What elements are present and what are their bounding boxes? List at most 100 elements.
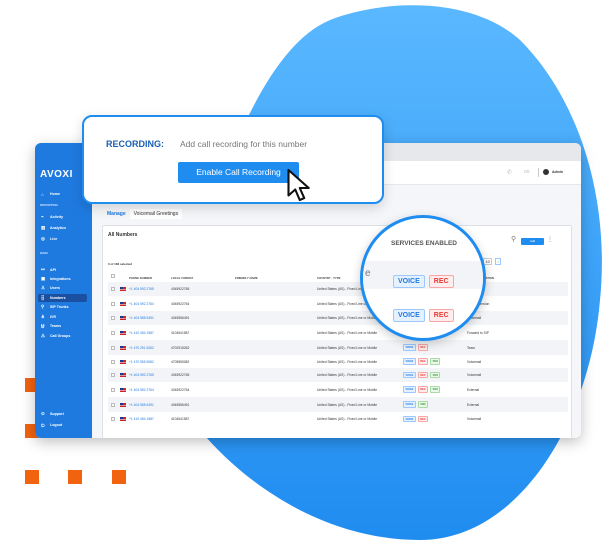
column-header[interactable]: FRIENDLY NAME xyxy=(235,276,258,280)
column-header[interactable]: COUNTRY - TYPE xyxy=(317,276,340,280)
services-enabled: VOICEREC xyxy=(403,344,430,351)
add-button[interactable]: Add xyxy=(521,238,544,245)
phone-number-link[interactable]: +1 404 555 6491 xyxy=(129,403,154,407)
phone-number-link[interactable]: +1 404 592 2764 xyxy=(129,388,154,392)
row-checkbox[interactable] xyxy=(111,417,115,421)
activity-icon: ⌁ xyxy=(41,214,44,219)
recording-description: Add call recording for this number xyxy=(180,139,308,149)
country-type: United States (US) - Fixed Line or Mobil… xyxy=(317,417,378,421)
user-name[interactable]: Admin xyxy=(552,170,563,174)
row-checkbox[interactable] xyxy=(111,373,115,377)
search-icon[interactable]: ⚲ xyxy=(511,235,516,243)
table-row[interactable]: +1 470 555 5082 4705555082 United States… xyxy=(108,355,568,368)
us-flag-icon xyxy=(120,345,126,350)
voice-badge: VOICE xyxy=(403,415,416,423)
phone-number-link[interactable]: +1 404 592 2764 xyxy=(129,302,154,306)
column-header[interactable]: PHONE NUMBER xyxy=(129,276,152,280)
local-format: 4045922765 xyxy=(171,373,190,377)
row-checkbox[interactable] xyxy=(111,345,115,350)
table-row[interactable]: +1 404 555 6491 4045556491 United States… xyxy=(108,397,568,412)
table-row[interactable]: +1 404 592 2764 4045922764 United States… xyxy=(108,296,568,311)
phone-number-link[interactable]: +1 404 592 2765 xyxy=(129,373,154,377)
sidebar-item-home[interactable]: ⌂ Home xyxy=(38,190,87,198)
nav-label: Logout xyxy=(50,423,63,427)
more-icon[interactable]: ⋮ xyxy=(547,236,553,243)
recording-label: RECORDING: xyxy=(106,139,164,149)
sidebar-item-live[interactable]: ◎ Live xyxy=(38,235,87,243)
page-last[interactable]: 10 xyxy=(483,258,492,265)
nav-label: Integrations xyxy=(50,277,71,281)
row-checkbox[interactable] xyxy=(111,387,115,392)
table-row[interactable]: +1 404 592 2765 4045922765 United States… xyxy=(108,282,568,296)
tab-voicemail-greetings[interactable]: Voicemail Greetings xyxy=(129,209,183,219)
avatar[interactable] xyxy=(543,169,549,175)
sms-badge: SMS xyxy=(430,371,441,379)
selected-count: 0 of 183 selected xyxy=(108,262,133,266)
api-icon: ⚯ xyxy=(41,267,45,272)
rec-badge: REC xyxy=(428,309,454,322)
sidebar-item-integrations[interactable]: ▣ Integrations xyxy=(38,275,87,283)
row-checkbox[interactable] xyxy=(111,301,115,306)
call-destination: External xyxy=(467,387,480,392)
sidebar-item-ivr[interactable]: ⋔ IVR xyxy=(38,313,87,321)
row-checkbox[interactable] xyxy=(111,316,115,320)
us-flag-icon xyxy=(120,316,126,320)
nav-label: Numbers xyxy=(50,296,66,300)
sidebar-item-call-groups[interactable]: ⚠ Call Groups xyxy=(38,332,87,340)
sidebar-item-analytics[interactable]: ▥ Analytics xyxy=(38,224,87,232)
local-format: 4045922764 xyxy=(171,301,190,306)
phone-number-link[interactable]: +1 410 454 1587 xyxy=(129,417,154,421)
sidebar-item-teams[interactable]: ᕰ Teams xyxy=(38,322,87,330)
voice-badge: VOICE xyxy=(403,386,416,393)
services-enabled: VOICEREC xyxy=(403,415,430,423)
analytics-icon: ▥ xyxy=(41,225,46,230)
phone-icon[interactable]: ✆ xyxy=(507,169,512,176)
us-flag-icon xyxy=(120,402,126,407)
teams-icon: ᕰ xyxy=(41,323,45,329)
rec-badge: REC xyxy=(417,371,429,379)
enable-call-recording-button[interactable]: Enable Call Recording xyxy=(178,162,299,183)
users-icon: ♙ xyxy=(41,285,46,290)
column-header[interactable]: LOCAL FORMAT xyxy=(171,276,193,280)
sidebar-item-logout[interactable]: ⏻ Logout xyxy=(38,421,87,429)
lens-partial-text: e xyxy=(365,268,371,279)
sms-badge: SMS xyxy=(430,386,441,393)
voice-badge: VOICE xyxy=(393,309,425,322)
sidebar-item-activity[interactable]: ⌁ Activity xyxy=(38,213,87,221)
sidebar-item-api[interactable]: ⚯ API xyxy=(38,266,87,274)
row-checkbox[interactable] xyxy=(111,287,115,291)
sidebar-item-support[interactable]: ⊙ Support xyxy=(38,410,87,418)
support-icon: ⊙ xyxy=(41,411,45,416)
sidebar-item-numbers[interactable]: ⣿ Numbers xyxy=(38,294,87,302)
table-row[interactable]: +1 410 454 1587 4104541587 United States… xyxy=(108,412,568,426)
sidebar-item-users[interactable]: ♙ Users xyxy=(38,284,87,292)
numbers-icon: ⣿ xyxy=(41,295,45,300)
table-row[interactable]: +1 404 592 2765 4045922765 United States… xyxy=(108,368,568,382)
select-all-checkbox[interactable] xyxy=(111,274,115,278)
phone-number-link[interactable]: +1 410 454 1587 xyxy=(129,331,154,335)
magnifier-services-enabled: SERVICES ENABLED e VOICE REC VOICE REC xyxy=(360,215,486,341)
row-checkbox[interactable] xyxy=(111,330,115,335)
table-row[interactable]: +1 404 592 2764 4045922764 United States… xyxy=(108,382,568,397)
phone-number-link[interactable]: +1 404 555 6491 xyxy=(129,316,154,320)
phone-number-link[interactable]: +1 470 291 5262 xyxy=(129,346,154,350)
table-row[interactable]: +1 470 291 5262 4702915262 United States… xyxy=(108,340,568,355)
next-page-button[interactable]: › xyxy=(494,258,502,265)
phone-number-link[interactable]: +1 404 592 2765 xyxy=(129,287,154,291)
local-format: 4045922764 xyxy=(171,387,190,392)
phone-number-link[interactable]: +1 470 555 5082 xyxy=(129,360,154,364)
row-checkbox[interactable] xyxy=(111,402,115,407)
voicemail-icon[interactable]: oo xyxy=(524,169,530,175)
us-flag-icon xyxy=(120,359,126,364)
table-row[interactable]: +1 404 555 6491 4045556491 United States… xyxy=(108,311,568,325)
cursor-icon xyxy=(287,168,310,202)
row-checkbox[interactable] xyxy=(111,359,115,364)
country-type: United States (US) - Fixed Line or Mobil… xyxy=(317,345,378,350)
section-main: MAIN xyxy=(40,251,48,255)
call-destination: Team xyxy=(467,345,476,350)
tab-manage[interactable]: Manage xyxy=(103,209,130,219)
us-flag-icon xyxy=(120,373,126,377)
table-row[interactable]: +1 410 454 1587 4104541587 United States… xyxy=(108,325,568,340)
country-type: United States (US) - Fixed Line or Mobil… xyxy=(317,402,378,407)
sidebar-item-sip-trunks[interactable]: ⚲ SIP Trunks xyxy=(38,303,87,311)
